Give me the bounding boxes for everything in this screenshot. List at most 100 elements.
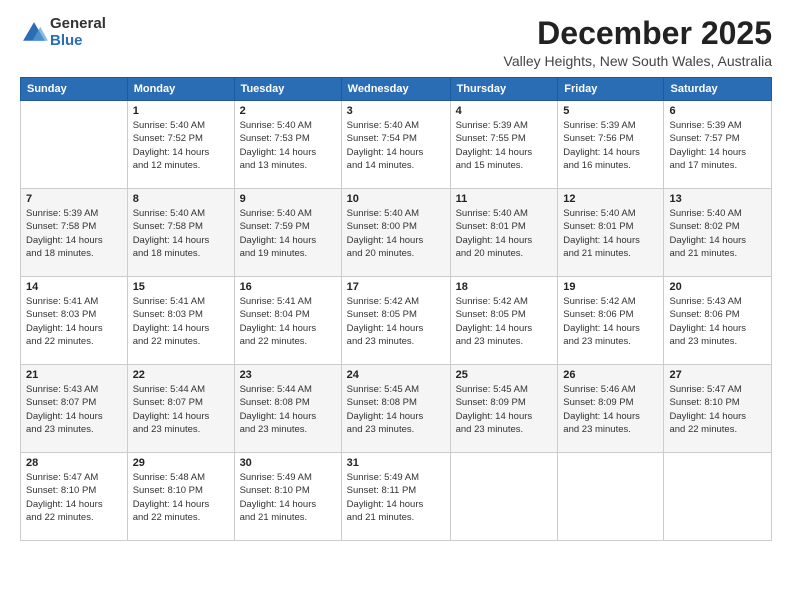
calendar-cell: 21Sunrise: 5:43 AMSunset: 8:07 PMDayligh… bbox=[21, 365, 128, 453]
col-saturday: Saturday bbox=[664, 78, 772, 101]
calendar-cell: 12 Sunrise: 5:40 AMSunset: 8:01 PMDayligh… bbox=[558, 189, 664, 277]
day-info: Sunrise: 5:41 AMSunset: 8:03 PMDaylight:… bbox=[26, 295, 122, 348]
day-number: 27 bbox=[669, 369, 766, 381]
day-number: 21 bbox=[26, 369, 122, 381]
calendar-table: Sunday Monday Tuesday Wednesday Thursday… bbox=[20, 77, 772, 541]
day-number: 3 bbox=[347, 105, 445, 117]
day-number: 7 bbox=[26, 193, 122, 205]
calendar-cell: 14 Sunrise: 5:41 AMSunset: 8:03 PMDayligh… bbox=[21, 277, 128, 365]
week-row-2: 7 Sunrise: 5:39 AMSunset: 7:58 PMDaylight… bbox=[21, 189, 772, 277]
day-info: Sunrise: 5:44 AMSunset: 8:07 PMDaylight:… bbox=[133, 383, 229, 436]
day-info: Sunrise: 5:40 AMSunset: 7:58 PMDaylight:… bbox=[133, 207, 229, 260]
calendar-cell: 15Sunrise: 5:41 AMSunset: 8:03 PMDayligh… bbox=[127, 277, 234, 365]
logo: General Blue bbox=[20, 16, 106, 49]
day-number: 25 bbox=[456, 369, 553, 381]
day-info: Sunrise: 5:40 AMSunset: 7:59 PMDaylight:… bbox=[240, 207, 336, 260]
col-thursday: Thursday bbox=[450, 78, 558, 101]
calendar-cell: 22 Sunrise: 5:44 AMSunset: 8:07 PMDayligh… bbox=[127, 365, 234, 453]
day-number: 10 bbox=[347, 193, 445, 205]
day-info: Sunrise: 5:41 AMSunset: 8:03 PMDaylight:… bbox=[133, 295, 229, 348]
day-number: 19 bbox=[563, 281, 658, 293]
day-info: Sunrise: 5:42 AMSunset: 8:06 PMDaylight:… bbox=[563, 295, 658, 348]
logo-general: General bbox=[50, 16, 106, 33]
calendar-cell bbox=[21, 101, 128, 189]
logo-icon bbox=[20, 19, 48, 47]
day-info: Sunrise: 5:49 AMSunset: 8:10 PMDaylight:… bbox=[240, 471, 336, 524]
logo-blue: Blue bbox=[50, 33, 106, 50]
day-number: 16 bbox=[240, 281, 336, 293]
day-number: 29 bbox=[133, 457, 229, 469]
day-number: 9 bbox=[240, 193, 336, 205]
calendar-cell bbox=[450, 453, 558, 541]
day-info: Sunrise: 5:41 AMSunset: 8:04 PMDaylight:… bbox=[240, 295, 336, 348]
day-info: Sunrise: 5:45 AMSunset: 8:09 PMDaylight:… bbox=[456, 383, 553, 436]
page: General Blue December 2025 Valley Height… bbox=[0, 0, 792, 612]
calendar-cell: 4 Sunrise: 5:39 AMSunset: 7:55 PMDaylight… bbox=[450, 101, 558, 189]
col-sunday: Sunday bbox=[21, 78, 128, 101]
day-info: Sunrise: 5:47 AMSunset: 8:10 PMDaylight:… bbox=[26, 471, 122, 524]
calendar-cell: 2Sunrise: 5:40 AMSunset: 7:53 PMDaylight… bbox=[234, 101, 341, 189]
day-info: Sunrise: 5:43 AMSunset: 8:06 PMDaylight:… bbox=[669, 295, 766, 348]
calendar-cell: 13 Sunrise: 5:40 AMSunset: 8:02 PMDayligh… bbox=[664, 189, 772, 277]
calendar-cell: 26 Sunrise: 5:46 AMSunset: 8:09 PMDayligh… bbox=[558, 365, 664, 453]
day-number: 26 bbox=[563, 369, 658, 381]
day-info: Sunrise: 5:47 AMSunset: 8:10 PMDaylight:… bbox=[669, 383, 766, 436]
header-row: Sunday Monday Tuesday Wednesday Thursday… bbox=[21, 78, 772, 101]
day-info: Sunrise: 5:42 AMSunset: 8:05 PMDaylight:… bbox=[347, 295, 445, 348]
title-block: December 2025 Valley Heights, New South … bbox=[504, 16, 772, 69]
day-info: Sunrise: 5:45 AMSunset: 8:08 PMDaylight:… bbox=[347, 383, 445, 436]
day-number: 8 bbox=[133, 193, 229, 205]
day-info: Sunrise: 5:40 AMSunset: 8:01 PMDaylight:… bbox=[456, 207, 553, 260]
day-info: Sunrise: 5:39 AMSunset: 7:56 PMDaylight:… bbox=[563, 119, 658, 172]
day-info: Sunrise: 5:40 AMSunset: 7:54 PMDaylight:… bbox=[347, 119, 445, 172]
calendar-cell: 17 Sunrise: 5:42 AMSunset: 8:05 PMDayligh… bbox=[341, 277, 450, 365]
calendar-cell: 7 Sunrise: 5:39 AMSunset: 7:58 PMDaylight… bbox=[21, 189, 128, 277]
day-info: Sunrise: 5:46 AMSunset: 8:09 PMDaylight:… bbox=[563, 383, 658, 436]
calendar-cell: 1Sunrise: 5:40 AMSunset: 7:52 PMDaylight… bbox=[127, 101, 234, 189]
day-number: 17 bbox=[347, 281, 445, 293]
header: General Blue December 2025 Valley Height… bbox=[20, 16, 772, 69]
day-info: Sunrise: 5:39 AMSunset: 7:58 PMDaylight:… bbox=[26, 207, 122, 260]
calendar-cell: 31Sunrise: 5:49 AMSunset: 8:11 PMDayligh… bbox=[341, 453, 450, 541]
day-number: 23 bbox=[240, 369, 336, 381]
week-row-1: 1Sunrise: 5:40 AMSunset: 7:52 PMDaylight… bbox=[21, 101, 772, 189]
day-info: Sunrise: 5:40 AMSunset: 8:02 PMDaylight:… bbox=[669, 207, 766, 260]
calendar-cell: 11Sunrise: 5:40 AMSunset: 8:01 PMDayligh… bbox=[450, 189, 558, 277]
location-title: Valley Heights, New South Wales, Austral… bbox=[504, 53, 772, 69]
day-number: 4 bbox=[456, 105, 553, 117]
day-number: 2 bbox=[240, 105, 336, 117]
day-number: 12 bbox=[563, 193, 658, 205]
calendar-cell: 27 Sunrise: 5:47 AMSunset: 8:10 PMDayligh… bbox=[664, 365, 772, 453]
day-number: 18 bbox=[456, 281, 553, 293]
day-info: Sunrise: 5:48 AMSunset: 8:10 PMDaylight:… bbox=[133, 471, 229, 524]
day-info: Sunrise: 5:39 AMSunset: 7:55 PMDaylight:… bbox=[456, 119, 553, 172]
calendar-cell: 20 Sunrise: 5:43 AMSunset: 8:06 PMDayligh… bbox=[664, 277, 772, 365]
calendar-cell: 10Sunrise: 5:40 AMSunset: 8:00 PMDayligh… bbox=[341, 189, 450, 277]
calendar-cell bbox=[664, 453, 772, 541]
day-number: 6 bbox=[669, 105, 766, 117]
col-wednesday: Wednesday bbox=[341, 78, 450, 101]
calendar-cell: 24 Sunrise: 5:45 AMSunset: 8:08 PMDayligh… bbox=[341, 365, 450, 453]
calendar-cell: 18 Sunrise: 5:42 AMSunset: 8:05 PMDayligh… bbox=[450, 277, 558, 365]
week-row-4: 21Sunrise: 5:43 AMSunset: 8:07 PMDayligh… bbox=[21, 365, 772, 453]
day-number: 13 bbox=[669, 193, 766, 205]
day-number: 22 bbox=[133, 369, 229, 381]
calendar-cell: 6 Sunrise: 5:39 AMSunset: 7:57 PMDaylight… bbox=[664, 101, 772, 189]
day-number: 30 bbox=[240, 457, 336, 469]
calendar-cell: 9 Sunrise: 5:40 AMSunset: 7:59 PMDaylight… bbox=[234, 189, 341, 277]
calendar-cell: 28 Sunrise: 5:47 AMSunset: 8:10 PMDayligh… bbox=[21, 453, 128, 541]
calendar-cell: 5Sunrise: 5:39 AMSunset: 7:56 PMDaylight… bbox=[558, 101, 664, 189]
day-number: 24 bbox=[347, 369, 445, 381]
day-number: 14 bbox=[26, 281, 122, 293]
calendar-cell: 29 Sunrise: 5:48 AMSunset: 8:10 PMDayligh… bbox=[127, 453, 234, 541]
day-info: Sunrise: 5:39 AMSunset: 7:57 PMDaylight:… bbox=[669, 119, 766, 172]
day-number: 20 bbox=[669, 281, 766, 293]
week-row-5: 28 Sunrise: 5:47 AMSunset: 8:10 PMDayligh… bbox=[21, 453, 772, 541]
calendar-cell: 19 Sunrise: 5:42 AMSunset: 8:06 PMDayligh… bbox=[558, 277, 664, 365]
day-number: 28 bbox=[26, 457, 122, 469]
day-info: Sunrise: 5:40 AMSunset: 7:52 PMDaylight:… bbox=[133, 119, 229, 172]
day-info: Sunrise: 5:42 AMSunset: 8:05 PMDaylight:… bbox=[456, 295, 553, 348]
calendar-cell bbox=[558, 453, 664, 541]
calendar-cell: 30 Sunrise: 5:49 AMSunset: 8:10 PMDayligh… bbox=[234, 453, 341, 541]
day-info: Sunrise: 5:40 AMSunset: 8:01 PMDaylight:… bbox=[563, 207, 658, 260]
